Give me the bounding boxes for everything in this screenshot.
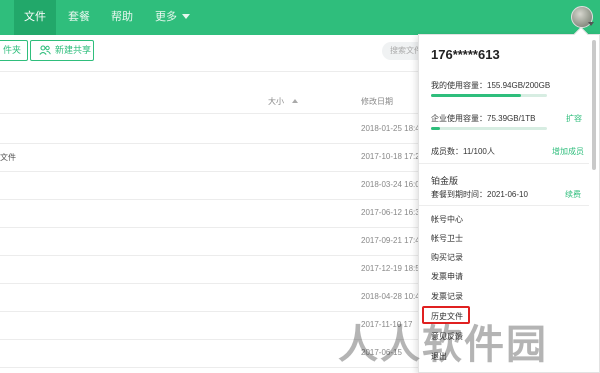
table-row-date: 2018-03-24 16:0 [361, 180, 420, 189]
menu-item-invoice-records[interactable]: 发票记录 [431, 291, 463, 302]
chevron-down-icon [182, 14, 190, 19]
header-divider [0, 113, 420, 114]
nav-item-files[interactable]: 文件 [14, 0, 56, 35]
new-share-label: 新建共享 [55, 45, 92, 55]
people-icon [39, 45, 51, 55]
column-header-size[interactable]: 大小 [268, 96, 284, 107]
column-header-date[interactable]: 修改日期 [361, 96, 393, 107]
menu-item-account-guard[interactable]: 帐号卫士 [431, 233, 463, 244]
panel-divider [419, 163, 589, 164]
row-divider [0, 255, 420, 256]
add-member-link[interactable]: 增加成员 [552, 146, 584, 157]
menu-item-invoice-request[interactable]: 发票申请 [431, 271, 463, 282]
table-row-date: 2018-01-25 18:4 [361, 124, 420, 133]
new-folder-button[interactable]: 件夹 [0, 40, 28, 61]
nav-item-more[interactable]: 更多 [155, 0, 190, 35]
row-divider [0, 171, 420, 172]
new-share-button[interactable]: 新建共享 [30, 40, 94, 61]
panel-scrollbar[interactable] [592, 40, 596, 170]
row-divider [0, 143, 420, 144]
row-divider [0, 227, 420, 228]
row-divider [0, 283, 420, 284]
row-divider [0, 199, 420, 200]
avatar-caret-icon [588, 22, 594, 26]
expand-link[interactable]: 扩容 [566, 113, 582, 124]
account-phone: 176*****613 [431, 47, 500, 62]
plan-expiry: 套餐到期时间：2021-06-10 [431, 190, 528, 199]
panel-divider [419, 205, 589, 206]
personal-usage-bar [431, 94, 547, 97]
menu-item-account-center[interactable]: 帐号中心 [431, 214, 463, 225]
enterprise-usage-text: 企业使用容量：75.39GB/1TB [431, 114, 536, 123]
sort-asc-icon[interactable] [292, 99, 298, 103]
table-row-date: 2017-12-19 18:5 [361, 264, 420, 273]
table-row-date: 2017-06-12 16:3 [361, 208, 420, 217]
members-text: 成员数：11/100人 [431, 147, 495, 156]
toolbar-divider [0, 71, 420, 72]
nav-item-plans[interactable]: 套餐 [68, 0, 90, 35]
renew-link[interactable]: 续费 [565, 189, 581, 200]
personal-usage-bar-fill [431, 94, 522, 97]
table-row-name[interactable]: 文件 [0, 152, 16, 163]
plan-name: 铂金版 [431, 176, 459, 186]
menu-item-purchase-history[interactable]: 购买记录 [431, 252, 463, 263]
nav-item-more-label: 更多 [155, 11, 177, 23]
enterprise-usage-bar-fill [431, 127, 441, 130]
table-row-date: 2018-04-28 10:4 [361, 292, 420, 301]
enterprise-usage-bar [431, 127, 547, 130]
table-row-date: 2017-10-18 17:2 [361, 152, 420, 161]
watermark: 人人软件园 [338, 323, 548, 367]
table-row-date: 2017-09-21 17:4 [361, 236, 420, 245]
new-folder-label: 件夹 [3, 45, 22, 55]
nav-item-help[interactable]: 帮助 [111, 0, 133, 35]
personal-usage-text: 我的使用容量：155.94GB/200GB [431, 81, 551, 90]
top-nav-bar: 文件 套餐 帮助 更多 [0, 0, 600, 35]
